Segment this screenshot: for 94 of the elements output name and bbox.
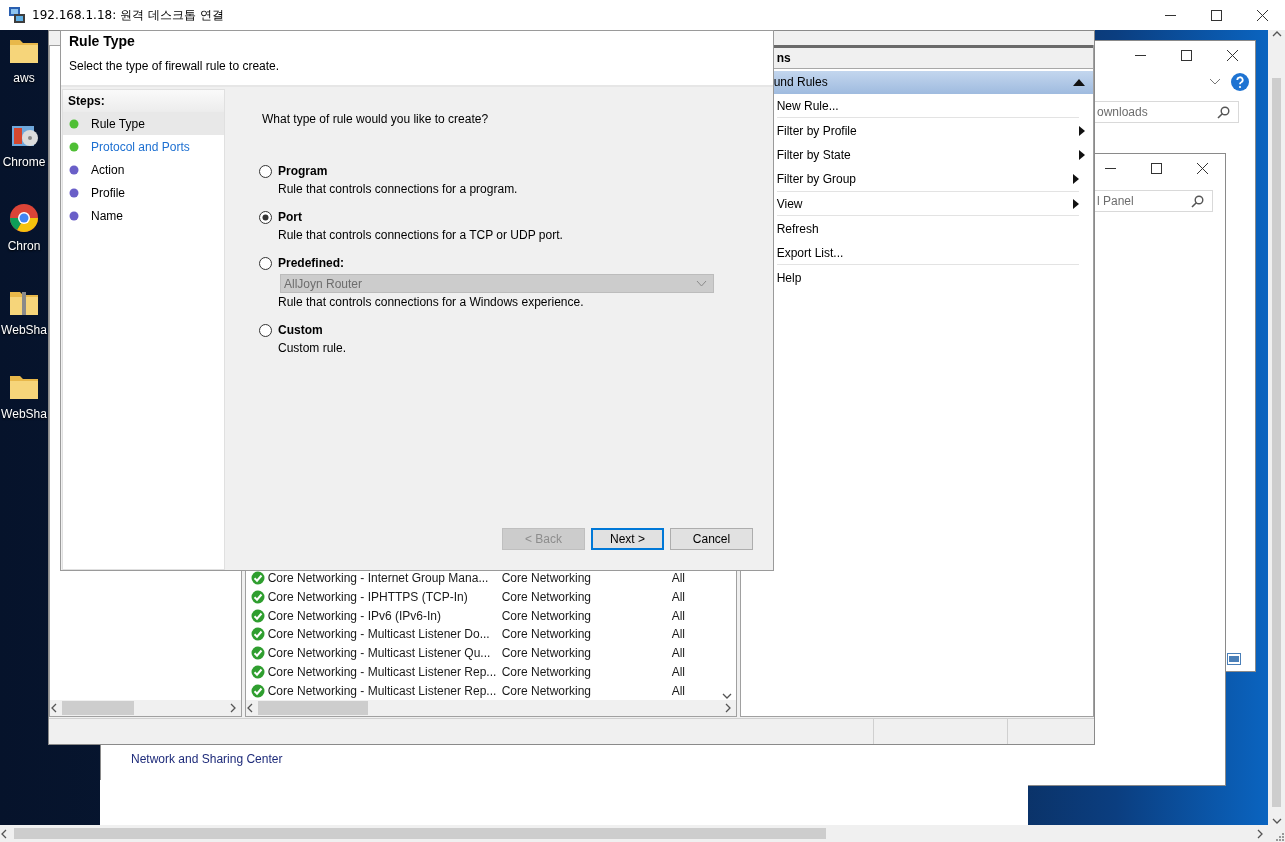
close-icon[interactable] — [1196, 162, 1208, 174]
submenu-arrow-icon — [1079, 125, 1085, 136]
table-cell-text: Core Networking - Multicast Listener Rep... — [267, 664, 498, 679]
chevron-down-icon — [696, 280, 707, 287]
question-text: What type of rule would you like to create? — [262, 112, 490, 128]
scroll-left-icon[interactable] — [0, 828, 8, 839]
steps-heading: Steps: — [63, 90, 224, 112]
remote-desktop-icon — [8, 6, 26, 24]
table-cell-text: Core Networking — [501, 627, 592, 642]
radio-button[interactable] — [259, 323, 272, 337]
action-item[interactable]: Filter by Profile — [776, 118, 1093, 143]
action-item[interactable]: View — [776, 191, 1079, 217]
step-link[interactable]: Protocol and Ports — [63, 135, 224, 158]
table-cell-text: Core Networking - Multicast Listener Do... — [267, 627, 491, 642]
action-item[interactable]: Refresh — [776, 216, 1093, 241]
link[interactable]: Network and Sharing Center — [131, 752, 283, 766]
horizontal-scrollbar[interactable] — [0, 825, 1268, 842]
resize-grip-icon[interactable] — [1275, 832, 1285, 842]
maximize-icon[interactable] — [1180, 49, 1192, 61]
table-cell: All — [671, 570, 685, 585]
radio-button[interactable] — [259, 164, 272, 178]
horizontal-scrollbar[interactable] — [50, 700, 241, 717]
dialog-button[interactable]: Cancel — [670, 528, 753, 550]
submenu-arrow-icon — [1073, 198, 1079, 209]
table-cell-text: Core Networking - Internet Group Mana... — [267, 570, 490, 585]
maximize-icon[interactable] — [1150, 162, 1162, 174]
desktop-icon-label[interactable]: aws — [13, 71, 35, 85]
table-cell: All — [671, 608, 685, 623]
dialog-button[interactable]: Next > — [591, 528, 664, 550]
radio-button[interactable] — [259, 256, 272, 270]
scroll-up-icon[interactable] — [1271, 30, 1282, 38]
chevron-down-icon[interactable] — [1209, 78, 1221, 86]
table-cell-text: Core Networking — [501, 608, 592, 623]
table-cell-text: Core Networking - IPv6 (IPv6-In) — [267, 608, 442, 623]
scroll-right-icon[interactable] — [723, 703, 732, 714]
submenu-arrow-icon — [1073, 174, 1079, 185]
step-item: Action — [63, 158, 224, 181]
table-cell-text: Core Networking - Multicast Listener Rep... — [267, 683, 498, 698]
scroll-left-icon[interactable] — [50, 703, 58, 714]
action-item[interactable]: Export List... — [776, 240, 1079, 266]
option-description: Rule that controls connections for a TCP or UDP port. — [278, 228, 564, 244]
search-field[interactable]: ownloads — [1095, 101, 1239, 123]
option-description: Custom rule. — [278, 341, 348, 357]
maximize-icon[interactable] — [1210, 9, 1222, 21]
table-cell-text: Core Networking — [501, 570, 592, 585]
table-cell-text: Core Networking — [501, 664, 592, 679]
table-cell: All — [671, 646, 685, 661]
option-description: Rule that controls connections for a program. — [278, 182, 519, 198]
action-item[interactable]: New Rule... — [776, 93, 1079, 119]
horizontal-scrollbar[interactable] — [245, 700, 736, 717]
close-icon[interactable] — [1256, 9, 1268, 21]
scroll-down-icon[interactable] — [1271, 817, 1282, 825]
search-field[interactable]: l Panel — [1095, 190, 1213, 212]
action-item[interactable]: Filter by Group — [776, 167, 1079, 192]
search-icon — [1191, 194, 1204, 208]
scroll-down-icon[interactable] — [721, 692, 732, 701]
submenu-arrow-icon — [1079, 150, 1085, 161]
table-cell-text: Core Networking — [501, 589, 592, 604]
table-cell-text: Core Networking — [501, 683, 592, 698]
details-view-icon[interactable] — [1227, 653, 1241, 665]
search-icon — [1217, 105, 1230, 119]
desktop-icon-label[interactable]: WebSha — [1, 407, 47, 421]
step-item: Rule Type — [63, 112, 224, 135]
desktop-icon-label[interactable]: WebSha — [1, 323, 47, 337]
action-item[interactable]: Help — [776, 265, 1093, 290]
desktop-icon-label[interactable]: Chron — [7, 239, 41, 253]
table-cell-text: Core Networking - IPHTTPS (TCP-In) — [267, 589, 469, 604]
scroll-left-icon[interactable] — [245, 703, 254, 714]
step-item: Name — [63, 204, 224, 227]
step-item: Profile — [63, 181, 224, 204]
collapse-arrow-icon[interactable] — [1073, 78, 1085, 86]
radio-option[interactable]: Port — [259, 208, 773, 226]
close-icon[interactable] — [1226, 49, 1238, 61]
scroll-right-icon[interactable] — [228, 703, 237, 714]
round-app-icon[interactable] — [8, 202, 40, 234]
table-cell: All — [671, 627, 685, 642]
dialog-subtitle: Select the type of firewall rule to create. — [69, 59, 281, 73]
option-description: Rule that controls connections for a Windows experience. — [278, 295, 585, 311]
table-cell: All — [671, 589, 685, 604]
table-cell: All — [671, 683, 685, 698]
scroll-right-icon[interactable] — [1256, 828, 1264, 839]
radio-option[interactable]: Predefined: — [259, 254, 773, 272]
radio-option[interactable]: Program — [259, 162, 773, 180]
dialog-title: Rule Type — [69, 33, 136, 49]
action-item[interactable]: Filter by State — [776, 142, 1093, 168]
window-title: 192.168.1.18: 원격 데스크톱 연결 — [32, 6, 224, 24]
table-cell-text: Core Networking - Multicast Listener Qu... — [267, 646, 492, 661]
table-cell-text: Core Networking — [501, 646, 592, 661]
radio-option[interactable]: Custom — [259, 321, 773, 339]
radio-button[interactable] — [259, 210, 272, 224]
desktop-icon-label[interactable]: Chrome — [2, 155, 46, 169]
help-icon[interactable] — [1231, 73, 1249, 91]
table-cell: All — [671, 664, 685, 679]
vertical-scrollbar[interactable] — [1268, 30, 1285, 825]
